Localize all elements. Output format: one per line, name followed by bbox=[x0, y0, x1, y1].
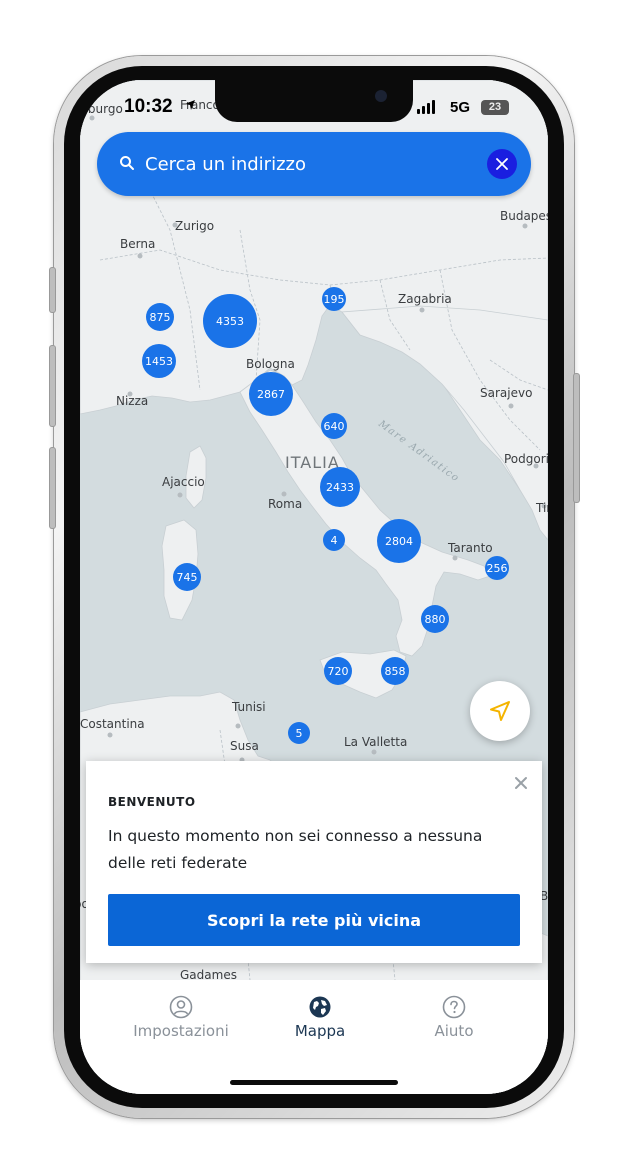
tab-impostazioni[interactable]: Impostazioni bbox=[103, 990, 259, 1050]
battery-icon: 23 bbox=[481, 100, 509, 115]
phone-screen: Mare Adriatico ITALIA Amburgo Franco sul… bbox=[80, 80, 548, 1094]
power-button bbox=[574, 374, 579, 502]
globe-icon bbox=[309, 996, 331, 1018]
cluster-marker[interactable]: 720 bbox=[324, 657, 352, 685]
cluster-count: 2433 bbox=[326, 481, 354, 494]
tab-mappa[interactable]: Mappa bbox=[242, 990, 398, 1050]
place-label-sarajevo: Sarajevo bbox=[480, 386, 532, 400]
tab-label: Mappa bbox=[294, 1022, 346, 1040]
place-label-costantina: Costantina bbox=[80, 717, 145, 731]
cluster-count: 1453 bbox=[145, 355, 173, 368]
cluster-marker[interactable]: 745 bbox=[173, 563, 201, 591]
cluster-count: 2867 bbox=[257, 388, 285, 401]
cluster-count: 858 bbox=[385, 665, 406, 678]
tab-aiuto[interactable]: Aiuto bbox=[376, 990, 532, 1050]
search-bar[interactable] bbox=[97, 132, 531, 196]
cluster-marker[interactable]: 4 bbox=[323, 529, 345, 551]
tab-label: Aiuto bbox=[434, 1022, 474, 1040]
cluster-count: 875 bbox=[150, 311, 171, 324]
clear-search-button[interactable] bbox=[487, 149, 517, 179]
cluster-count: 5 bbox=[296, 727, 303, 740]
front-camera bbox=[375, 90, 387, 102]
search-input[interactable] bbox=[145, 132, 475, 196]
close-icon bbox=[496, 158, 508, 170]
person-icon bbox=[169, 995, 193, 1019]
signal-bars-icon bbox=[417, 100, 435, 114]
cluster-marker[interactable]: 880 bbox=[421, 605, 449, 633]
volume-down-button bbox=[50, 448, 55, 528]
place-label-zurigo: Zurigo bbox=[175, 219, 214, 233]
network-type: 5G bbox=[450, 99, 471, 116]
cluster-marker[interactable]: 195 bbox=[322, 287, 346, 311]
question-icon bbox=[442, 995, 466, 1019]
dynamic-island bbox=[215, 80, 413, 122]
place-label-ajaccio: Ajaccio bbox=[162, 475, 205, 489]
cluster-count: 745 bbox=[177, 571, 198, 584]
cluster-marker[interactable]: 2867 bbox=[249, 372, 293, 416]
cluster-count: 195 bbox=[324, 293, 345, 306]
cluster-marker[interactable]: 875 bbox=[146, 303, 174, 331]
place-label-tunisi: Tunisi bbox=[231, 700, 266, 714]
location-arrow-icon bbox=[185, 100, 195, 110]
tab-bar: Impostazioni Mappa Aiuto bbox=[80, 980, 548, 1094]
card-message: In questo momento non sei connesso a nes… bbox=[108, 827, 483, 872]
cluster-marker[interactable]: 858 bbox=[381, 657, 409, 685]
place-label-roma: Roma bbox=[268, 497, 302, 511]
card-title: BENVENUTO bbox=[108, 795, 196, 809]
place-label-tirana: Tirana bbox=[535, 501, 548, 515]
cluster-count: 2804 bbox=[385, 535, 413, 548]
cluster-marker[interactable]: 2433 bbox=[320, 467, 360, 507]
place-label-bologna: Bologna bbox=[246, 357, 295, 371]
volume-up-button bbox=[50, 346, 55, 426]
place-label-budapest: Budapest bbox=[500, 209, 548, 223]
find-nearest-network-button[interactable]: Scopri la rete più vicina bbox=[108, 894, 520, 946]
cluster-count: 4 bbox=[331, 534, 338, 547]
cluster-count: 640 bbox=[324, 420, 345, 433]
place-label-nizza: Nizza bbox=[116, 394, 148, 408]
navigation-arrow-icon bbox=[490, 701, 510, 721]
cluster-marker[interactable]: 2804 bbox=[377, 519, 421, 563]
action-button bbox=[50, 268, 55, 312]
place-label-podgorica: Podgorica bbox=[504, 452, 548, 466]
place-label-taranto: Taranto bbox=[447, 541, 493, 555]
cluster-count: 4353 bbox=[216, 315, 244, 328]
cluster-count: 256 bbox=[487, 562, 508, 575]
place-label-la-valletta: La Valletta bbox=[344, 735, 407, 749]
place-label-zagabria: Zagabria bbox=[398, 292, 452, 306]
cluster-marker[interactable]: 1453 bbox=[142, 344, 176, 378]
cluster-count: 720 bbox=[328, 665, 349, 678]
search-icon bbox=[120, 156, 134, 170]
close-icon[interactable] bbox=[514, 776, 528, 790]
cluster-marker[interactable]: 5 bbox=[288, 722, 310, 744]
place-label-berna: Berna bbox=[120, 237, 155, 251]
cluster-marker[interactable]: 256 bbox=[485, 556, 509, 580]
locate-me-button[interactable] bbox=[470, 681, 530, 741]
status-time: 10:32 bbox=[124, 96, 173, 117]
welcome-card: BENVENUTO In questo momento non sei conn… bbox=[86, 761, 542, 963]
cluster-count: 880 bbox=[425, 613, 446, 626]
home-indicator[interactable] bbox=[230, 1080, 398, 1085]
tab-label: Impostazioni bbox=[133, 1022, 229, 1040]
place-label-susa: Susa bbox=[230, 739, 259, 753]
cluster-marker[interactable]: 640 bbox=[321, 413, 347, 439]
cluster-marker[interactable]: 4353 bbox=[203, 294, 257, 348]
